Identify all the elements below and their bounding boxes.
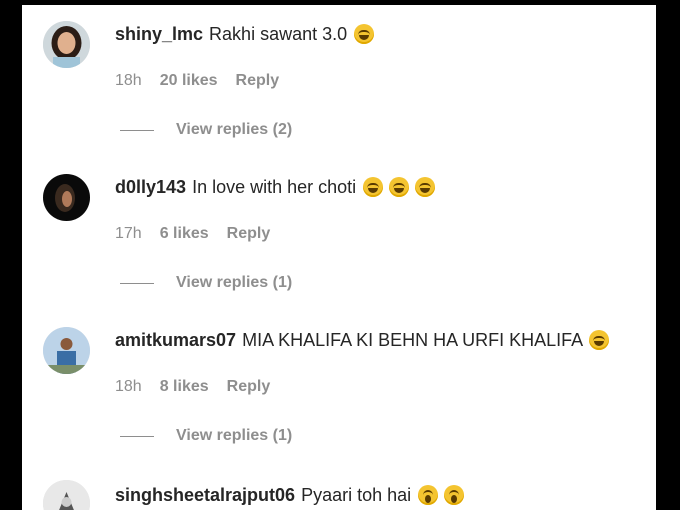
- reply-button[interactable]: Reply: [227, 378, 271, 395]
- comment-timestamp: 17h: [115, 225, 142, 242]
- avatar[interactable]: [43, 21, 90, 68]
- replies-divider: [120, 435, 154, 437]
- comments-panel: shiny_lmc Rakhi sawant 3.0 18h 20 likes Rep…: [22, 5, 656, 510]
- comment-text: Rakhi sawant 3.0: [209, 24, 348, 44]
- comment-text: Pyaari toh hai: [301, 485, 412, 505]
- comment-timestamp: 18h: [115, 72, 142, 89]
- laugh-cry-emoji: [363, 177, 384, 197]
- comment-username[interactable]: amitkumars07: [115, 330, 236, 350]
- scream-emoji: [418, 485, 439, 505]
- likes-count[interactable]: 6 likes: [160, 225, 209, 242]
- laugh-cry-emoji: [389, 177, 410, 197]
- replies-divider: [120, 282, 154, 284]
- avatar[interactable]: [43, 327, 90, 374]
- likes-count[interactable]: 20 likes: [160, 72, 218, 89]
- likes-count[interactable]: 8 likes: [160, 378, 209, 395]
- view-replies-button[interactable]: View replies (1): [120, 427, 292, 445]
- comment-username[interactable]: d0lly143: [115, 177, 186, 197]
- comment-username[interactable]: singhsheetalrajput06: [115, 485, 295, 505]
- view-replies-label: View replies (2): [176, 121, 293, 138]
- scream-emoji: [444, 485, 465, 505]
- laugh-cry-emoji: [415, 177, 436, 197]
- laugh-cry-emoji: [589, 330, 610, 350]
- view-replies-label: View replies (1): [176, 427, 293, 444]
- comment-text: MIA KHALIFA KI BEHN HA URFI KHALIFA: [242, 330, 583, 350]
- view-replies-label: View replies (1): [176, 274, 293, 291]
- avatar[interactable]: [43, 480, 90, 510]
- reply-button[interactable]: Reply: [236, 72, 280, 89]
- comment-username[interactable]: shiny_lmc: [115, 24, 203, 44]
- view-replies-button[interactable]: View replies (1): [120, 274, 292, 292]
- comment-text: In love with her choti: [192, 177, 357, 197]
- reply-button[interactable]: Reply: [227, 225, 271, 242]
- avatar[interactable]: [43, 174, 90, 221]
- replies-divider: [120, 129, 154, 131]
- comment-timestamp: 18h: [115, 378, 142, 395]
- view-replies-button[interactable]: View replies (2): [120, 121, 292, 139]
- laugh-cry-emoji: [354, 24, 375, 44]
